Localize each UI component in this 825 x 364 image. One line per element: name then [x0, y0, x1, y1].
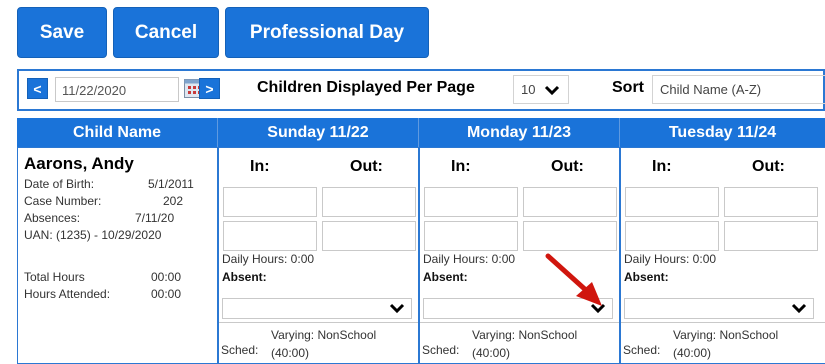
sched-label: Sched:: [221, 343, 259, 357]
time-out-input-1[interactable]: [724, 187, 818, 217]
red-arrow-icon: [545, 253, 602, 306]
hours-attended-label: Hours Attended:: [24, 287, 111, 301]
dob-value: 5/1/2011: [148, 177, 194, 191]
child-info-cell: Aarons, Andy Date of Birth: 5/1/2011 Cas…: [17, 147, 218, 364]
schedule-hours: (40:00): [673, 346, 712, 360]
time-in-input-1[interactable]: [424, 187, 518, 217]
case-number-value: 202: [163, 194, 184, 208]
dob-label: Date of Birth:: [24, 177, 95, 191]
out-label: Out:: [350, 158, 383, 175]
absences-label: Absences:: [24, 211, 81, 225]
day-cell-tuesday: In: Out: Daily Hours: 0:00 Absent: Sched…: [620, 147, 825, 364]
in-label: In:: [451, 158, 471, 175]
time-out-input-1[interactable]: [523, 187, 617, 217]
schedule-type: Varying: NonSchool: [673, 328, 779, 342]
chevron-down-icon: [389, 303, 405, 314]
time-out-input-2[interactable]: [523, 221, 617, 251]
time-in-input-2[interactable]: [424, 221, 518, 251]
absences-value: 7/11/20: [135, 211, 175, 225]
absent-select[interactable]: [624, 298, 814, 319]
uan-info: UAN: (1235) - 10/29/2020: [24, 228, 162, 242]
out-label: Out:: [551, 158, 584, 175]
time-in-input-1[interactable]: [223, 187, 317, 217]
sort-label: Sort: [612, 79, 644, 96]
child-name-header: Child Name: [17, 118, 218, 147]
child-name[interactable]: Aarons, Andy: [24, 154, 134, 174]
total-hours-label: Total Hours: [24, 270, 85, 284]
schedule-type: Varying: NonSchool: [271, 328, 377, 342]
absent-select[interactable]: [222, 298, 412, 319]
save-button[interactable]: Save: [17, 7, 107, 58]
attendance-grid: Child Name Sunday 11/22 Monday 11/23 Tue…: [17, 118, 825, 364]
next-date-button[interactable]: >: [199, 78, 220, 99]
time-out-input-2[interactable]: [322, 221, 416, 251]
daily-hours: Daily Hours: 0:00: [423, 252, 516, 266]
schedule-type: Varying: NonSchool: [472, 328, 578, 342]
time-in-input-1[interactable]: [625, 187, 719, 217]
day-header-monday: Monday 11/23: [419, 118, 620, 147]
schedule-hours: (40:00): [271, 346, 310, 360]
chevron-down-icon: [791, 303, 807, 314]
daily-hours: Daily Hours: 0:00: [624, 252, 717, 266]
previous-date-button[interactable]: <: [27, 78, 48, 99]
out-label: Out:: [752, 158, 785, 175]
day-header-tuesday: Tuesday 11/24: [620, 118, 825, 147]
absent-label: Absent:: [423, 270, 468, 284]
time-out-input-1[interactable]: [322, 187, 416, 217]
absent-label: Absent:: [624, 270, 669, 284]
chevron-down-icon: [544, 85, 560, 96]
navigation-toolbar: < 11/22/2020 > Children Displayed Per Pa…: [17, 69, 825, 111]
professional-day-button[interactable]: Professional Day: [225, 7, 429, 58]
sort-value: Child Name (A-Z): [660, 82, 762, 97]
per-page-value: 10: [521, 82, 536, 97]
absent-label: Absent:: [222, 270, 267, 284]
daily-hours: Daily Hours: 0:00: [222, 252, 315, 266]
hours-attended-value: 00:00: [151, 287, 182, 301]
sched-label: Sched:: [623, 343, 661, 357]
sched-label: Sched:: [422, 343, 460, 357]
day-cell-sunday: In: Out: Daily Hours: 0:00 Absent: Sched…: [218, 147, 419, 364]
per-page-select[interactable]: 10: [513, 75, 569, 104]
in-label: In:: [250, 158, 270, 175]
time-out-input-2[interactable]: [724, 221, 818, 251]
total-hours-value: 00:00: [151, 270, 182, 284]
day-header-sunday: Sunday 11/22: [218, 118, 419, 147]
date-input[interactable]: 11/22/2020: [55, 77, 179, 102]
in-label: In:: [652, 158, 672, 175]
schedule-hours: (40:00): [472, 346, 511, 360]
case-number-label: Case Number:: [24, 194, 102, 208]
time-in-input-2[interactable]: [223, 221, 317, 251]
cancel-button[interactable]: Cancel: [113, 7, 219, 58]
time-in-input-2[interactable]: [625, 221, 719, 251]
sort-select[interactable]: Child Name (A-Z): [652, 75, 825, 104]
per-page-label: Children Displayed Per Page: [257, 79, 475, 96]
